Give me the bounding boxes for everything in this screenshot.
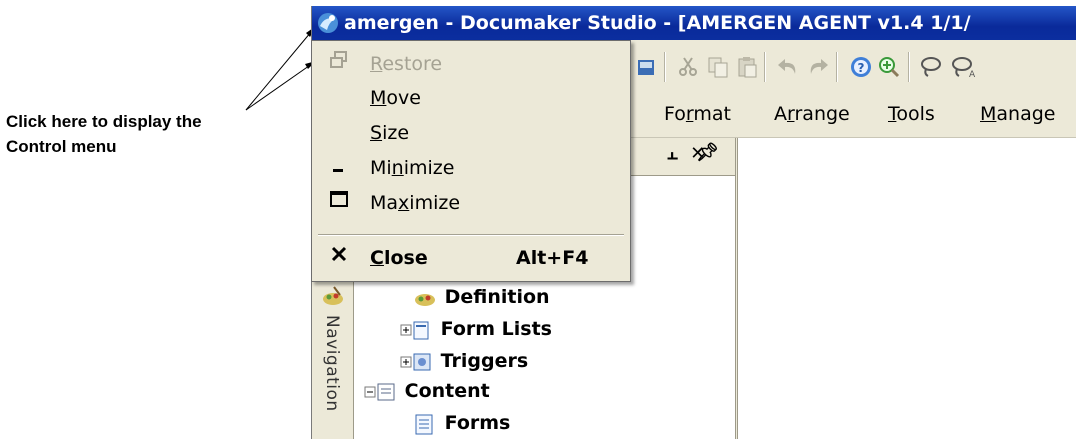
tree-item-label: Definition — [444, 286, 550, 308]
control-menu-size[interactable]: Size — [312, 116, 630, 150]
control-menu: Restore Move Size Minimize Maximize Clos… — [311, 40, 631, 282]
form-lists-icon — [400, 321, 429, 339]
navigation-tab[interactable]: Navigation — [312, 276, 354, 439]
minimize-icon — [326, 151, 352, 185]
content-icon — [364, 383, 395, 400]
control-menu-restore[interactable]: Restore — [312, 47, 630, 81]
tree-item-label: Form Lists — [440, 318, 552, 340]
navigation-tree: Definition Form Lists Triggers Content F… — [354, 276, 735, 439]
zoom-in-icon[interactable] — [876, 54, 902, 80]
close-icon — [326, 241, 352, 275]
close-panel-icon[interactable]: ✕ — [690, 143, 705, 164]
toolbar-separator — [664, 52, 666, 82]
control-menu-move[interactable]: Move — [312, 81, 630, 115]
undo-icon[interactable] — [775, 54, 801, 80]
toolbar-separator — [764, 52, 766, 82]
tree-item-label: Content — [404, 380, 490, 402]
definition-icon — [415, 293, 435, 306]
window-title: amergen - Documaker Studio - [AMERGEN AG… — [344, 12, 971, 34]
callout-line-2: Control menu — [6, 137, 117, 156]
help-icon[interactable]: ? — [848, 54, 874, 80]
menu-tools[interactable]: Tools — [888, 100, 935, 128]
forms-icon — [415, 414, 433, 434]
tree-item-triggers[interactable]: Triggers — [400, 346, 528, 376]
paste-icon[interactable] — [734, 54, 760, 80]
control-menu-close[interactable]: Close Alt+F4 — [312, 241, 630, 275]
control-menu-minimize[interactable]: Minimize — [312, 151, 630, 185]
navigation-icon — [323, 286, 343, 305]
app-icon[interactable] — [315, 10, 341, 36]
navigation-tab-label: Navigation — [322, 315, 342, 412]
tree-item-label: Forms — [444, 412, 511, 434]
document-workspace — [738, 138, 1076, 439]
open-icon[interactable] — [634, 54, 660, 80]
callout-annotation: Click here to display the Control menu — [6, 109, 276, 159]
maximize-icon — [326, 186, 352, 220]
lasso-icon[interactable] — [918, 54, 944, 80]
callout-line-1: Click here to display the — [6, 112, 202, 131]
close-shortcut: Alt+F4 — [516, 247, 589, 269]
restore-icon — [326, 47, 352, 81]
lasso-area-icon[interactable]: A — [950, 54, 976, 80]
cut-icon[interactable] — [675, 54, 701, 80]
toolbar-separator — [908, 52, 910, 82]
redo-icon[interactable] — [805, 54, 831, 80]
pin-icon[interactable]: ⫠ — [667, 143, 678, 164]
tree-item-forms[interactable]: Forms — [412, 408, 510, 438]
menu-format[interactable]: Format — [664, 100, 731, 128]
control-menu-maximize[interactable]: Maximize — [312, 186, 630, 220]
menu-arrange[interactable]: Arrange — [774, 100, 850, 128]
title-bar: amergen - Documaker Studio - [AMERGEN AG… — [312, 6, 1076, 40]
tree-item-label: Triggers — [440, 350, 529, 372]
svg-text:A: A — [969, 70, 976, 80]
panel-header-controls: ⫠ ✕ — [667, 143, 705, 164]
toolbar-separator — [836, 52, 838, 82]
tree-item-form-lists[interactable]: Form Lists — [400, 314, 552, 344]
triggers-icon — [400, 353, 431, 370]
tree-item-content[interactable]: Content — [364, 376, 490, 406]
copy-icon[interactable] — [705, 54, 731, 80]
menu-manage[interactable]: Manage — [980, 100, 1055, 128]
svg-text:?: ? — [858, 61, 865, 75]
control-menu-separator — [318, 234, 624, 236]
tree-item-definition[interactable]: Definition — [412, 282, 550, 312]
